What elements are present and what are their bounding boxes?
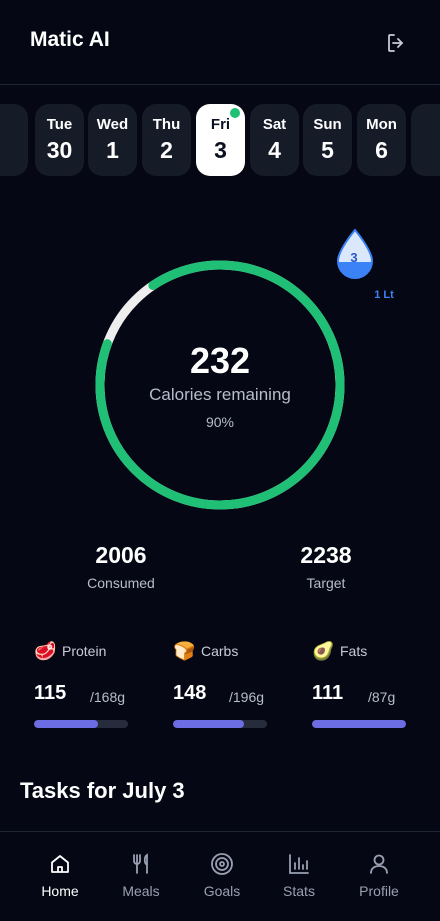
target-stat: 2238 Target xyxy=(266,542,386,591)
day-mon[interactable]: Mon 6 xyxy=(357,104,406,176)
home-icon xyxy=(51,855,69,873)
macro-name: Fats xyxy=(340,643,368,659)
target-label: Target xyxy=(306,575,346,591)
day-tue[interactable]: Tue 30 xyxy=(35,104,84,176)
day-number: 3 xyxy=(214,137,227,163)
macro-goal: /168g xyxy=(90,689,126,705)
avocado-icon: 🥑 xyxy=(312,641,335,661)
day-number: 1 xyxy=(106,137,119,163)
day-name: Thu xyxy=(152,116,181,133)
target-value: 2238 xyxy=(300,542,352,568)
app-title: Matic AI xyxy=(30,28,110,51)
nav-label: Profile xyxy=(359,883,399,899)
nav-label: Stats xyxy=(283,883,315,899)
macro-value: 115 xyxy=(34,682,67,704)
target-icon xyxy=(211,853,233,875)
macro-goal: /196g xyxy=(229,689,265,705)
macro-value: 148 xyxy=(173,682,207,704)
calories-remaining-value: 232 xyxy=(189,340,251,381)
today-indicator-dot xyxy=(230,108,240,118)
day-name: Fri xyxy=(210,116,231,133)
day-number: 30 xyxy=(46,137,73,163)
day-name: Mon xyxy=(366,116,397,133)
macro-progress-bar xyxy=(312,720,406,728)
macro-progress-bar xyxy=(173,720,267,728)
macro-goal: /87g xyxy=(368,689,396,705)
day-sun[interactable]: Sun 5 xyxy=(303,104,352,176)
meat-icon: 🥩 xyxy=(34,641,57,661)
nav-home[interactable]: Home xyxy=(20,832,100,921)
date-strip[interactable]: Tue 30 Wed 1 Thu 2 Fri 3 Sat 4 Sun 5 Mon… xyxy=(0,104,440,178)
macro-value: 111 xyxy=(312,682,344,704)
macro-fats: 🥑 Fats 111 /87g xyxy=(312,640,412,740)
day-partial-right[interactable] xyxy=(411,104,440,176)
day-name: Tue xyxy=(46,116,73,133)
calories-remaining-label: Calories remaining xyxy=(149,385,291,404)
macro-name: Protein xyxy=(62,643,107,659)
day-name: Sat xyxy=(262,116,287,133)
nav-label: Goals xyxy=(203,883,241,899)
macro-progress-fill xyxy=(173,720,245,728)
day-fri-selected[interactable]: Fri 3 xyxy=(196,104,245,176)
consumed-stat: 2006 Consumed xyxy=(61,542,181,591)
day-name: Sun xyxy=(313,116,342,133)
day-number: 5 xyxy=(321,137,334,163)
macro-protein: 🥩 Protein 115 /168g xyxy=(34,640,134,740)
consumed-value: 2006 xyxy=(95,542,147,568)
day-partial-left[interactable] xyxy=(0,104,28,176)
nav-label: Meals xyxy=(122,883,160,899)
day-number: 4 xyxy=(268,137,281,163)
user-icon xyxy=(370,854,388,874)
macro-progress-bar xyxy=(34,720,128,728)
logout-icon[interactable] xyxy=(384,31,408,55)
macro-name: Carbs xyxy=(201,643,239,659)
bottom-nav: Home Meals Goals Stats Profile xyxy=(0,831,440,921)
macro-progress-fill xyxy=(34,720,98,728)
day-number: 2 xyxy=(160,137,173,163)
macro-carbs: 🍞 Carbs 148 /196g xyxy=(173,640,273,740)
nav-goals[interactable]: Goals xyxy=(182,832,262,921)
calories-percent: 90% xyxy=(205,414,235,430)
water-count: 3 xyxy=(350,250,358,265)
bar-chart-icon xyxy=(289,854,309,874)
day-sat[interactable]: Sat 4 xyxy=(250,104,299,176)
day-number: 6 xyxy=(375,137,388,163)
nav-stats[interactable]: Stats xyxy=(259,832,339,921)
bread-icon: 🍞 xyxy=(173,641,196,661)
tasks-title: Tasks for July 3 xyxy=(20,778,185,803)
day-thu[interactable]: Thu 2 xyxy=(142,104,191,176)
nav-label: Home xyxy=(41,883,79,899)
day-name: Wed xyxy=(96,116,129,133)
nav-meals[interactable]: Meals xyxy=(101,832,181,921)
app-header: Matic AI xyxy=(0,0,440,85)
water-amount: 1 Lt xyxy=(374,289,394,301)
day-wed[interactable]: Wed 1 xyxy=(88,104,137,176)
nav-profile[interactable]: Profile xyxy=(339,832,419,921)
consumed-label: Consumed xyxy=(87,575,155,591)
macro-progress-fill xyxy=(312,720,406,728)
fork-knife-icon xyxy=(133,853,148,874)
